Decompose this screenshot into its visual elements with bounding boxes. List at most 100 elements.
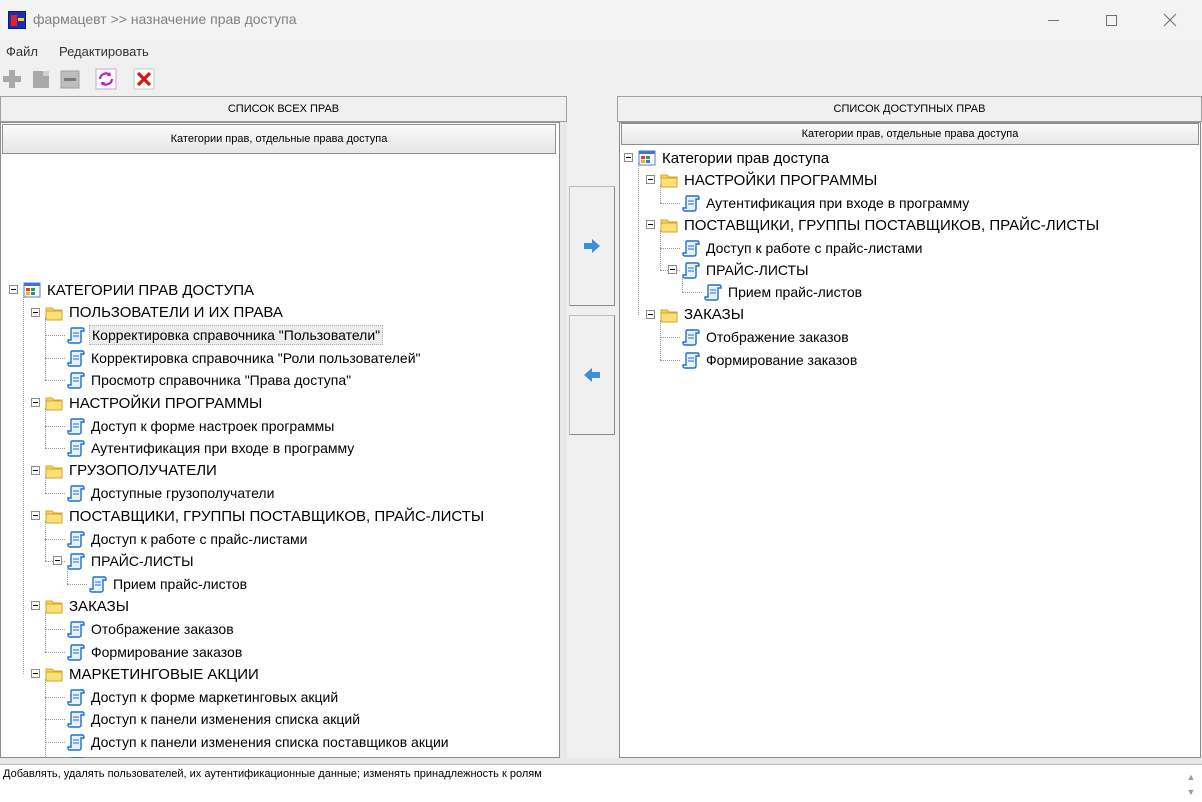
tree-category[interactable]: ПОЛЬЗОВАТЕЛИ И ИХ ПРАВА <box>45 302 285 324</box>
collapse-toggle[interactable] <box>646 175 655 185</box>
tree-item[interactable]: Прием прайс-листов <box>89 573 249 595</box>
tree-connector <box>660 230 661 270</box>
tree-label: Доступ к работе с прайс-листами <box>91 530 308 547</box>
tree-item[interactable]: ПРАЙС-ЛИСТЫ <box>67 550 195 572</box>
arrow-right-icon <box>584 239 600 253</box>
scroll-icon <box>682 194 700 212</box>
tree-root[interactable]: КАТЕГОРИИ ПРАВ ДОСТУПА <box>23 279 256 301</box>
delete-button[interactable] <box>132 67 156 91</box>
menu-edit[interactable]: Редактировать <box>59 44 149 59</box>
scroll-icon <box>67 710 85 728</box>
tree-item[interactable]: Доступ к панели изменения списка поставщ… <box>67 731 451 753</box>
tree-category[interactable]: ЗАКАЗЫ <box>660 304 746 326</box>
tree-category[interactable]: ЗАКАЗЫ <box>45 595 131 617</box>
tree-label: Доступ к работе с прайс-листами <box>706 239 923 256</box>
left-splitter[interactable] <box>560 122 567 758</box>
tree-connector <box>660 202 680 204</box>
add-button[interactable] <box>0 67 24 91</box>
tree-label: Прием прайс-листов <box>728 284 863 301</box>
tree-item[interactable]: Отображение заказов <box>67 618 236 640</box>
scroll-down-button[interactable]: ▼ <box>1184 786 1198 798</box>
tree-item[interactable]: Корректировка справочника "Роли пользова… <box>67 347 423 369</box>
maximize-button[interactable] <box>1081 0 1141 40</box>
tree-item[interactable]: Корректировка справочника "Пользователи" <box>67 324 384 346</box>
tree-root[interactable]: Категории прав доступа <box>638 147 831 169</box>
edit-button[interactable] <box>29 67 53 91</box>
tree-item[interactable]: Доступ к форме настроек программы <box>67 415 336 437</box>
tree-connector <box>660 359 680 361</box>
collapse-toggle[interactable] <box>646 220 655 230</box>
remove-right-button[interactable] <box>569 315 615 435</box>
tree-item[interactable]: Аутентификация при входе в программу <box>682 192 971 214</box>
tree-category[interactable]: НАСТРОЙКИ ПРОГРАММЫ <box>45 392 264 414</box>
scroll-icon <box>67 484 85 502</box>
tree-connector <box>45 448 65 450</box>
collapse-toggle[interactable] <box>31 601 40 611</box>
collapse-toggle[interactable] <box>31 669 40 679</box>
tree-label: ПРАЙС-ЛИСТЫ <box>706 262 809 278</box>
tree-item[interactable]: Аутентификация при входе в программу <box>67 437 356 459</box>
tree-label: НАСТРОЙКИ ПРОГРАММЫ <box>684 171 878 189</box>
tree-item[interactable]: Отображение заказов <box>682 326 851 348</box>
collapse-toggle[interactable] <box>646 309 655 319</box>
collapse-toggle[interactable] <box>31 398 40 407</box>
collapse-toggle[interactable] <box>31 307 40 317</box>
tree-item[interactable]: Прием прайс-листов <box>704 281 864 303</box>
minus-icon <box>60 70 80 89</box>
remove-button[interactable] <box>58 67 82 91</box>
all-rights-panel: Категории прав, отдельные права доступа … <box>0 122 560 758</box>
left-panel-header: СПИСОК ВСЕХ ПРАВ <box>0 96 567 122</box>
tree-item[interactable]: Доступ к работе с прайс-листами <box>67 528 309 550</box>
tree-connector <box>45 538 65 540</box>
collapse-toggle[interactable] <box>668 265 677 274</box>
tree-connector <box>682 292 702 294</box>
refresh-button[interactable] <box>94 67 118 91</box>
scroll-up-button[interactable]: ▲ <box>1184 771 1198 783</box>
add-right-button[interactable] <box>569 186 615 306</box>
tree-label: ПОСТАВЩИКИ, ГРУППЫ ПОСТАВЩИКОВ, ПРАЙС-ЛИ… <box>69 507 485 525</box>
tree-category[interactable]: ГРУЗОПОЛУЧАТЕЛИ <box>45 460 219 482</box>
scroll-icon <box>67 439 85 457</box>
collapse-toggle[interactable] <box>9 285 18 294</box>
collapse-toggle[interactable] <box>624 153 633 162</box>
folder-icon <box>45 597 63 615</box>
collapse-toggle[interactable] <box>31 511 40 520</box>
folder-icon <box>660 171 678 189</box>
scroll-icon <box>67 530 85 548</box>
tree-item[interactable]: Формирование заказов <box>682 349 859 371</box>
close-window-button[interactable] <box>1140 0 1200 40</box>
tree-item[interactable]: Доступ к форме маркетинговых акций <box>67 686 340 708</box>
tree-connector <box>45 380 65 382</box>
tree-item[interactable]: Доступные грузополучатели <box>67 482 276 504</box>
tree-connector <box>45 475 46 494</box>
scroll-icon <box>89 575 107 593</box>
close-icon <box>1163 13 1177 27</box>
folder-icon <box>45 304 63 322</box>
tree-label: Формирование заказов <box>706 351 858 368</box>
right-panel-header: СПИСОК ДОСТУПНЫХ ПРАВ <box>617 96 1202 122</box>
collapse-toggle[interactable] <box>53 556 62 566</box>
description-text: Добавлять, удалять пользователей, их аут… <box>3 768 542 780</box>
maximize-icon <box>1105 14 1117 26</box>
tree-category[interactable]: ПОСТАВЩИКИ, ГРУППЫ ПОСТАВЩИКОВ, ПРАЙС-ЛИ… <box>45 505 486 527</box>
tree-category[interactable]: МАРКЕТИНГОВЫЕ АКЦИИ <box>45 663 261 685</box>
tree-label: НАСТРОЙКИ ПРОГРАММЫ <box>69 394 263 412</box>
tree-label: Доступ к форме настроек программы <box>91 417 335 434</box>
scroll-icon <box>682 328 700 346</box>
menu-file[interactable]: Файл <box>6 44 38 59</box>
tree-item[interactable]: ПРАЙС-ЛИСТЫ <box>682 259 810 281</box>
scroll-icon <box>682 239 700 257</box>
refresh-icon <box>95 68 117 90</box>
minimize-button[interactable] <box>1023 0 1083 40</box>
tree-item[interactable]: Формирование заказов <box>67 641 244 663</box>
collapse-toggle[interactable] <box>31 465 40 475</box>
tree-item[interactable]: Доступ к панели изменения списка акций <box>67 708 362 730</box>
tree-item[interactable]: Просмотр справочника "Права доступа" <box>67 369 353 391</box>
tree-label: ЗАКАЗЫ <box>69 597 129 615</box>
menu-bar: Файл Редактировать <box>0 40 1202 62</box>
scroll-icon <box>67 349 85 367</box>
tree-label: ГРУЗОПОЛУЧАТЕЛИ <box>69 462 217 480</box>
tree-item[interactable]: Доступ к работе с прайс-листами <box>682 237 924 259</box>
tree-category[interactable]: ПОСТАВЩИКИ, ГРУППЫ ПОСТАВЩИКОВ, ПРАЙС-ЛИ… <box>660 214 1101 236</box>
tree-category[interactable]: НАСТРОЙКИ ПРОГРАММЫ <box>660 169 879 191</box>
